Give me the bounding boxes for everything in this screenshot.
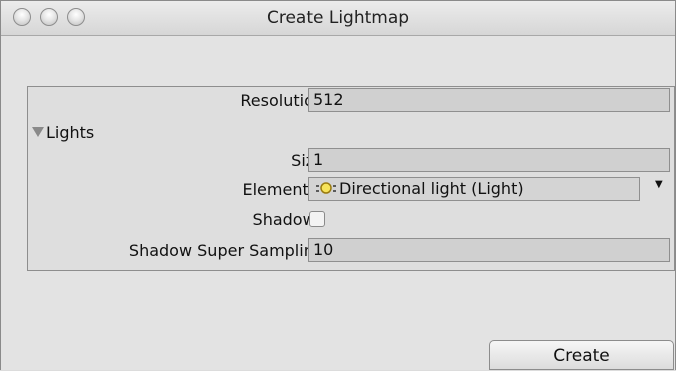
element-0-object-field[interactable]: Directional light (Light) — [308, 177, 640, 201]
disclosure-triangle-icon[interactable] — [32, 127, 44, 137]
light-bulb-icon — [313, 180, 339, 196]
create-button[interactable]: Create — [489, 340, 674, 370]
create-lightmap-window: Create Lightmap Resolution 512 Lights Si… — [0, 0, 676, 370]
window-title: Create Lightmap — [266, 8, 410, 28]
shadows-checkbox[interactable] — [309, 211, 325, 227]
element-0-row: Element 0 Directional light (Light) ▼ — [28, 177, 674, 203]
object-picker-arrow-icon[interactable]: ▼ — [655, 179, 663, 190]
element-0-value: Directional light (Light) — [339, 179, 524, 198]
lights-size-row: Size 1 — [28, 148, 674, 174]
lightmap-settings-panel: Resolution 512 Lights Size 1 Element 0 — [27, 86, 675, 271]
lights-foldout[interactable]: Lights — [28, 120, 674, 146]
resolution-row: Resolution 512 — [28, 88, 674, 114]
resolution-field[interactable]: 512 — [308, 88, 670, 112]
title-bar: Create Lightmap — [1, 1, 675, 36]
size-field[interactable]: 1 — [308, 148, 670, 172]
shadow-super-sampling-field[interactable]: 10 — [308, 238, 670, 262]
lights-foldout-label[interactable]: Lights — [32, 123, 94, 142]
shadow-super-sampling-row: Shadow Super Sampling 10 — [28, 238, 674, 264]
shadows-row: Shadows — [28, 207, 674, 233]
shadow-super-sampling-label: Shadow Super Sampling — [128, 241, 324, 260]
lights-label: Lights — [46, 123, 95, 142]
